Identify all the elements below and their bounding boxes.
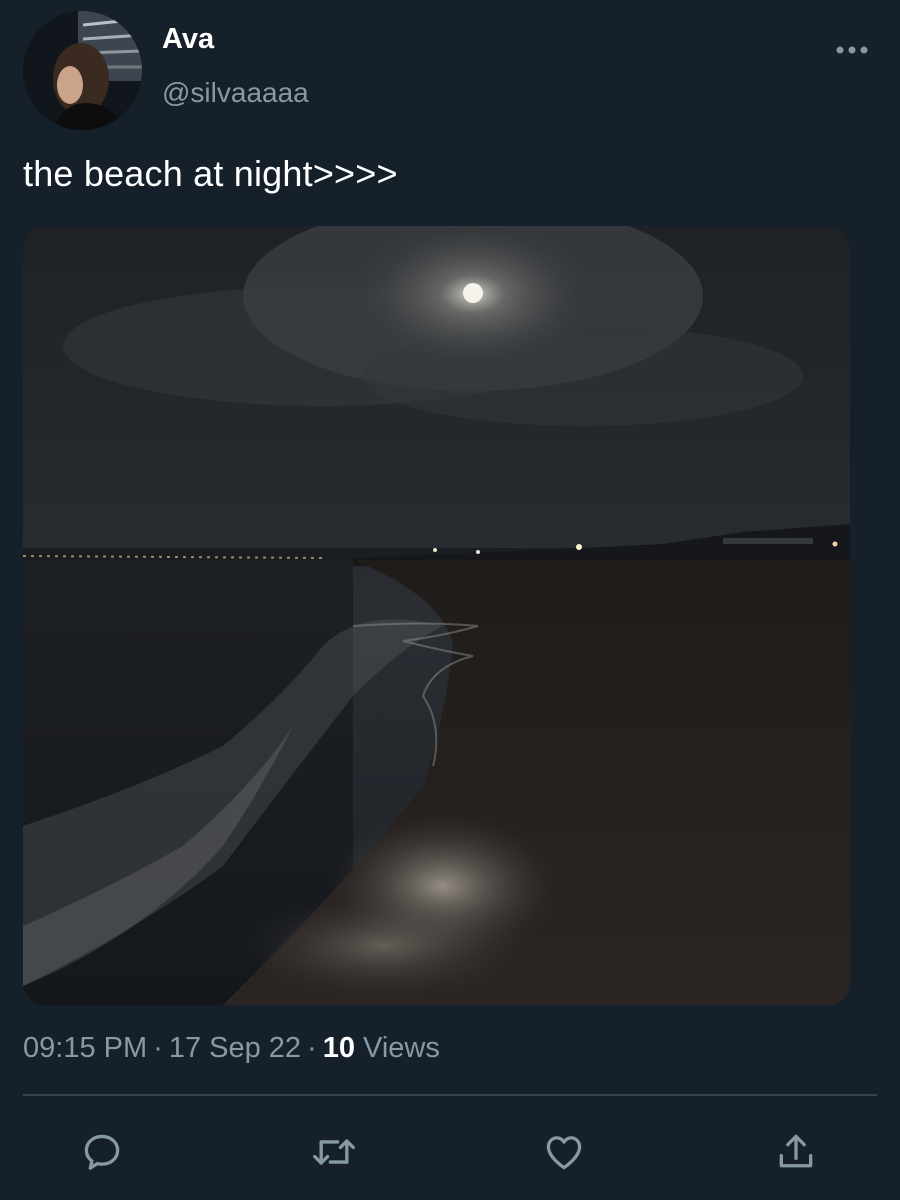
retweet-icon [313, 1139, 355, 1165]
reply-icon [84, 1134, 120, 1170]
share-icon [779, 1134, 813, 1168]
display-name[interactable]: Ava [162, 22, 214, 56]
tweet-date[interactable]: 17 Sep 22 [169, 1032, 301, 1064]
views-label: Views [363, 1032, 440, 1064]
meta-separator: · [153, 1032, 163, 1064]
tweet-photo[interactable] [23, 226, 850, 1005]
reply-button[interactable] [76, 1126, 128, 1178]
more-options-button[interactable] [830, 32, 874, 68]
tweet-time[interactable]: 09:15 PM [23, 1032, 147, 1064]
tweet-meta: 09:15 PM · 17 Sep 22 · 10 Views [23, 1028, 440, 1068]
avatar[interactable] [23, 11, 142, 130]
more-icon [836, 46, 868, 54]
like-button[interactable] [538, 1126, 590, 1178]
avatar-photo [23, 11, 142, 130]
photo-night-beach [23, 226, 850, 1005]
views-count[interactable]: 10 [323, 1032, 355, 1064]
retweet-button[interactable] [308, 1126, 360, 1178]
divider [23, 1094, 877, 1096]
heart-icon [546, 1136, 582, 1170]
tweet-text: the beach at night>>>> [23, 153, 398, 194]
share-button[interactable] [770, 1126, 822, 1178]
user-handle[interactable]: @silvaaaaa [162, 76, 309, 110]
tweet-detail: Ava @silvaaaaa the beach at night>>>> 09… [0, 0, 900, 1200]
meta-separator: · [307, 1032, 317, 1064]
